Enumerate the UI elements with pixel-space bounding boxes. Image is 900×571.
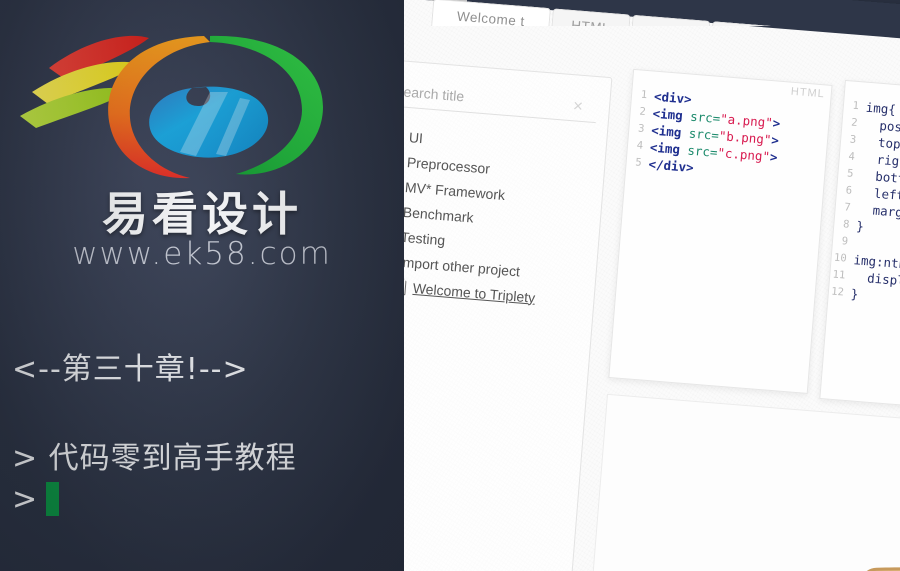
- line-number: 4: [848, 150, 856, 163]
- line-number: 5: [634, 156, 643, 169]
- tree-item-label: Preprocessor: [406, 153, 491, 177]
- line-number: 1: [852, 99, 860, 113]
- ek58-logo-icon: [14, 22, 344, 197]
- css-editor-panel[interactable]: 1img{2 position: abs3 top: 0;4 right: 0;…: [819, 79, 900, 419]
- css-code-line: 12}: [828, 283, 900, 320]
- search-row: ×: [372, 73, 599, 124]
- code-text: }: [850, 286, 859, 302]
- line-number: 9: [841, 235, 849, 248]
- line-number: 8: [842, 218, 850, 231]
- tree-item-label: UI: [408, 128, 424, 146]
- promo-panel: 易看设计 www.ek58.com <--第三十章!--> > 代码零到高手教程…: [0, 0, 404, 571]
- line-number: 2: [638, 105, 647, 119]
- line-number: 5: [846, 167, 854, 180]
- promo-chapter-line: <--第三十章!-->: [12, 352, 249, 387]
- tree-item-label: Benchmark: [402, 203, 475, 226]
- line-number: 3: [637, 122, 645, 135]
- code-text: }: [855, 218, 865, 234]
- promo-course-line: > 代码零到高手教程: [12, 441, 297, 476]
- line-number: 1: [640, 88, 648, 102]
- line-number: 10: [833, 251, 848, 265]
- promo-copy: <--第三十章!--> > 代码零到高手教程 >: [12, 352, 402, 517]
- logo-wordmark: 易看设计: [0, 178, 404, 244]
- line-number: 6: [845, 184, 853, 197]
- html-editor-panel[interactable]: HTML 1 <div> 2 <img src="a.png"> 3 <img src="…: [608, 68, 833, 394]
- preview-panel: 5: [580, 393, 900, 571]
- tree-item-label: MV* Framework: [404, 178, 506, 203]
- line-number: 11: [832, 268, 846, 282]
- logo-wordmark-text: 易看设计: [102, 187, 302, 241]
- css-code-area[interactable]: 1img{2 position: abs3 top: 0;4 right: 0;…: [828, 81, 900, 320]
- html5-badge-tiles-image: 5: [854, 556, 900, 571]
- line-number: 3: [849, 133, 857, 146]
- promo-prompt-row: >: [12, 482, 402, 517]
- promo-prompt-symbol: >: [12, 481, 38, 517]
- text-cursor: [46, 482, 60, 516]
- line-number: 12: [830, 285, 845, 299]
- close-icon[interactable]: ×: [572, 96, 583, 116]
- search-input[interactable]: [396, 82, 598, 115]
- logo-url: www.ek58.com: [72, 236, 332, 272]
- tree-item-label: Testing: [400, 228, 446, 248]
- code-text: </div>: [647, 156, 695, 176]
- line-number: 7: [843, 201, 852, 214]
- line-number: 4: [636, 139, 644, 152]
- tree-item-label: Welcome to Triplety: [412, 279, 536, 306]
- line-number: 2: [850, 116, 859, 130]
